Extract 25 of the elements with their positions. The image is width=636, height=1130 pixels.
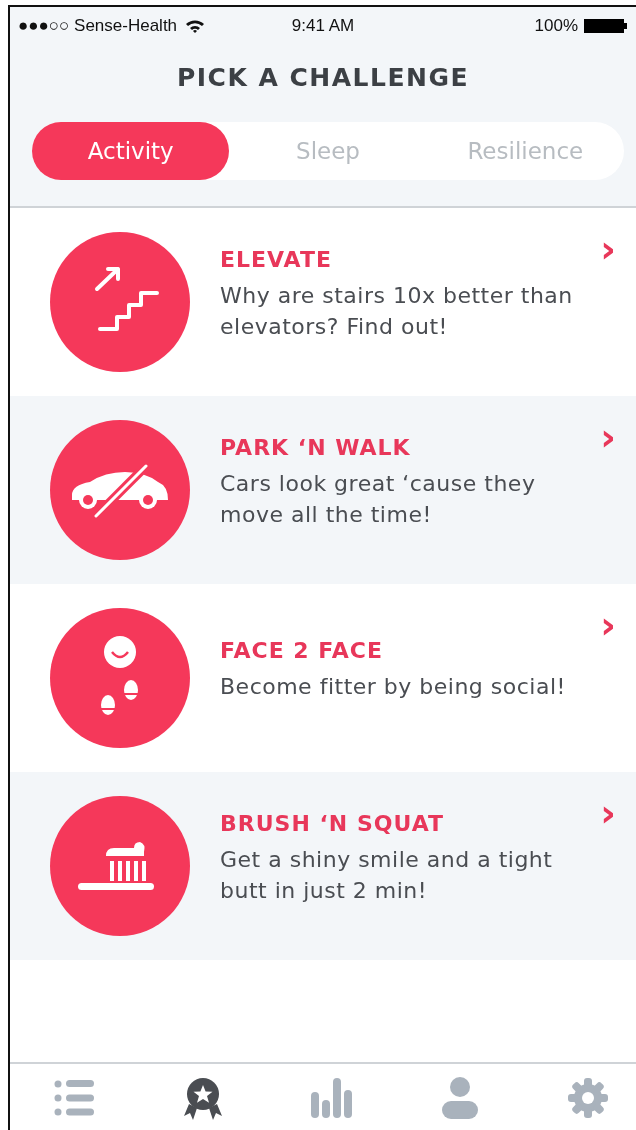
face-and-footprints-icon (50, 608, 190, 748)
screen-title: PICK A CHALLENGE (175, 63, 471, 92)
battery-icon (584, 18, 628, 34)
challenge-row[interactable]: PARK ‘N WALK Cars look great ‘cause they move all the time! › (10, 396, 636, 584)
chevron-icon: › (600, 230, 616, 268)
carrier-text: ●●●○○ Sense-Health (18, 16, 178, 36)
toothbrush-icon (50, 796, 190, 936)
battery-percent: 100% (534, 16, 578, 36)
category-tab[interactable]: Activity (32, 122, 230, 180)
challenge-description: Cars look great ‘cause they move all the time! (220, 469, 537, 529)
challenge-description: Why are stairs 10x better than elevators? Find out! (220, 281, 574, 341)
chevron-icon: › (600, 418, 616, 456)
challenge-description: Get a shiny smile and a tight butt in just 2 min! (220, 845, 554, 905)
chevron-icon: › (600, 794, 616, 832)
challenge-title: BRUSH ‘N SQUAT (220, 810, 445, 836)
stairs-icon (50, 232, 190, 372)
chevron-icon: › (600, 606, 616, 644)
challenge-description: Become fitter by being social! (220, 673, 567, 701)
crossed-car-icon (50, 420, 190, 560)
challenge-title: FACE 2 FACE (220, 638, 385, 663)
clock-text: 9:41 AM (291, 16, 355, 36)
challenge-title: ELEVATE (220, 246, 333, 272)
challenge-row[interactable]: BRUSH ‘N SQUAT Get a shiny smile and a tight butt in just 2 min! › (10, 772, 636, 960)
wifi-icon (185, 19, 206, 33)
challenge-title: PARK ‘N WALK (220, 434, 412, 460)
